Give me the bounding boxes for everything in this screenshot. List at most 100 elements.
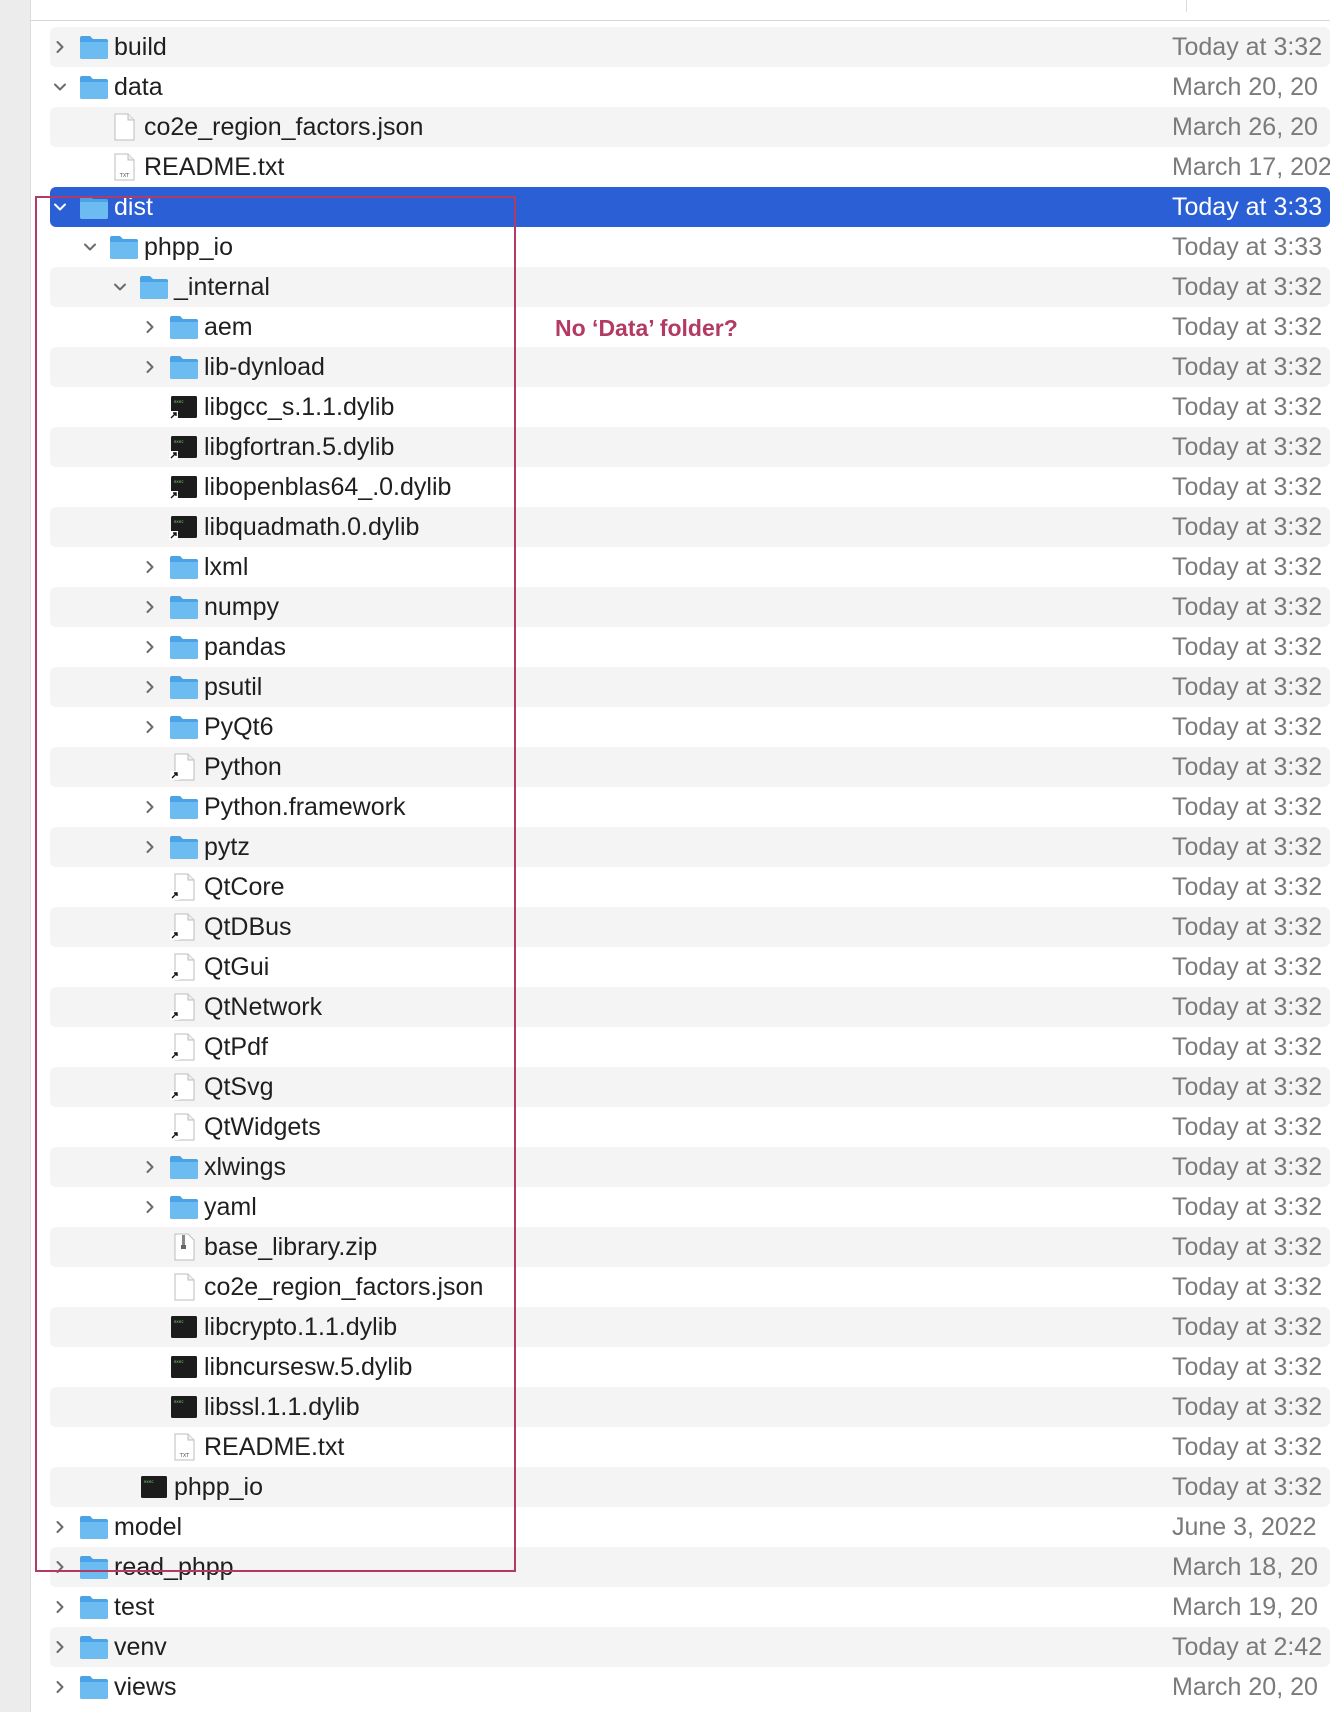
list-item[interactable]: exec libgfortran.5.dylib Today at 3:32 [50, 427, 1330, 467]
svg-text:exec: exec [174, 519, 184, 524]
svg-text:exec: exec [144, 1479, 154, 1484]
chevron-down-icon[interactable] [110, 277, 130, 297]
list-item[interactable]: QtSvg Today at 3:32 [50, 1067, 1330, 1107]
list-item[interactable]: TXT README.txt March 17, 202 [50, 147, 1330, 187]
list-item[interactable]: exec libncursesw.5.dylib Today at 3:32 [50, 1347, 1330, 1387]
alias-file-icon [168, 913, 200, 941]
chevron-down-icon[interactable] [50, 197, 70, 217]
list-item[interactable]: exec libcrypto.1.1.dylib Today at 3:32 [50, 1307, 1330, 1347]
item-name: libquadmath.0.dylib [204, 513, 420, 541]
list-item[interactable]: _internal Today at 3:32 [50, 267, 1330, 307]
list-item[interactable]: test March 19, 20 [50, 1587, 1330, 1627]
list-item[interactable]: exec libopenblas64_.0.dylib Today at 3:32 [50, 467, 1330, 507]
chevron-right-icon[interactable] [140, 837, 160, 857]
item-name: QtNetwork [204, 993, 323, 1021]
date-modified: Today at 3:32 [1172, 1433, 1323, 1461]
list-item[interactable]: exec libgcc_s.1.1.dylib Today at 3:32 [50, 387, 1330, 427]
list-item[interactable]: lib-dynload Today at 3:32 [50, 347, 1330, 387]
list-item[interactable]: lxml Today at 3:32 [50, 547, 1330, 587]
exec-icon: exec [168, 1353, 200, 1381]
alias-file-icon [168, 1033, 200, 1061]
date-modified: Today at 3:32 [1172, 1393, 1323, 1421]
item-name: read_phpp [114, 1553, 234, 1581]
list-item[interactable]: QtCore Today at 3:32 [50, 867, 1330, 907]
list-item[interactable]: pytz Today at 3:32 [50, 827, 1330, 867]
item-name: pytz [204, 833, 250, 861]
folder-icon [168, 633, 200, 661]
chevron-right-icon[interactable] [140, 717, 160, 737]
item-name: base_library.zip [204, 1233, 378, 1261]
list-item[interactable]: PyQt6 Today at 3:32 [50, 707, 1330, 747]
zip-file-icon [168, 1233, 200, 1261]
date-modified: June 3, 2022 [1172, 1513, 1317, 1541]
item-name: aem [204, 313, 253, 341]
item-name: lxml [204, 553, 249, 581]
chevron-right-icon[interactable] [50, 1677, 70, 1697]
chevron-down-icon[interactable] [50, 77, 70, 97]
list-item[interactable]: QtPdf Today at 3:32 [50, 1027, 1330, 1067]
list-item[interactable]: read_phpp March 18, 20 [50, 1547, 1330, 1587]
list-item[interactable]: views March 20, 20 [50, 1667, 1330, 1707]
folder-icon [78, 1513, 110, 1541]
chevron-right-icon[interactable] [140, 677, 160, 697]
column-header [31, 0, 1330, 21]
chevron-right-icon[interactable] [50, 1597, 70, 1617]
date-modified: Today at 2:42 [1172, 1633, 1323, 1661]
date-modified: Today at 3:32 [1172, 33, 1323, 61]
item-name: co2e_region_factors.json [144, 113, 424, 141]
list-item[interactable]: psutil Today at 3:32 [50, 667, 1330, 707]
item-name: xlwings [204, 1153, 286, 1181]
chevron-right-icon[interactable] [140, 557, 160, 577]
item-name: README.txt [204, 1433, 345, 1461]
folder-icon [168, 673, 200, 701]
chevron-right-icon[interactable] [140, 1197, 160, 1217]
list-item[interactable]: Python Today at 3:32 [50, 747, 1330, 787]
list-item[interactable]: QtWidgets Today at 3:32 [50, 1107, 1330, 1147]
list-item[interactable]: data March 20, 20 [50, 67, 1330, 107]
list-item[interactable]: QtGui Today at 3:32 [50, 947, 1330, 987]
list-item[interactable]: QtNetwork Today at 3:32 [50, 987, 1330, 1027]
chevron-right-icon[interactable] [140, 357, 160, 377]
chevron-right-icon[interactable] [50, 1557, 70, 1577]
list-item[interactable]: exec phpp_io Today at 3:32 [50, 1467, 1330, 1507]
chevron-right-icon[interactable] [140, 1157, 160, 1177]
date-modified: Today at 3:33 [1172, 193, 1323, 221]
list-item[interactable]: exec libssl.1.1.dylib Today at 3:32 [50, 1387, 1330, 1427]
svg-text:exec: exec [174, 1319, 184, 1324]
folder-icon [168, 593, 200, 621]
list-item[interactable]: Python.framework Today at 3:32 [50, 787, 1330, 827]
list-item[interactable]: model June 3, 2022 [50, 1507, 1330, 1547]
list-item[interactable]: QtDBus Today at 3:32 [50, 907, 1330, 947]
list-item[interactable]: exec libquadmath.0.dylib Today at 3:32 [50, 507, 1330, 547]
date-modified: March 19, 20 [1172, 1593, 1318, 1621]
list-item[interactable]: phpp_io Today at 3:33 [50, 227, 1330, 267]
folder-icon [108, 233, 140, 261]
list-item[interactable]: dist Today at 3:33 [50, 187, 1330, 227]
list-item[interactable]: xlwings Today at 3:32 [50, 1147, 1330, 1187]
folder-icon [168, 353, 200, 381]
date-modified: Today at 3:32 [1172, 713, 1323, 741]
chevron-right-icon[interactable] [140, 797, 160, 817]
chevron-down-icon[interactable] [80, 237, 100, 257]
list-item[interactable]: yaml Today at 3:32 [50, 1187, 1330, 1227]
chevron-right-icon[interactable] [50, 1637, 70, 1657]
list-item[interactable]: base_library.zip Today at 3:32 [50, 1227, 1330, 1267]
list-item[interactable]: pandas Today at 3:32 [50, 627, 1330, 667]
date-modified: March 20, 20 [1172, 73, 1318, 101]
list-item[interactable]: co2e_region_factors.json Today at 3:32 [50, 1267, 1330, 1307]
chevron-right-icon[interactable] [140, 637, 160, 657]
list-item[interactable]: numpy Today at 3:32 [50, 587, 1330, 627]
column-separator[interactable] [1186, 0, 1187, 12]
chevron-right-icon[interactable] [50, 1517, 70, 1537]
chevron-right-icon[interactable] [140, 597, 160, 617]
list-item[interactable]: venv Today at 2:42 [50, 1627, 1330, 1667]
date-modified: March 17, 202 [1172, 153, 1330, 181]
list-item[interactable]: TXT README.txt Today at 3:32 [50, 1427, 1330, 1467]
chevron-right-icon[interactable] [50, 37, 70, 57]
date-modified: Today at 3:32 [1172, 393, 1323, 421]
folder-icon [138, 273, 170, 301]
list-item[interactable]: co2e_region_factors.json March 26, 20 [50, 107, 1330, 147]
list-item[interactable]: build Today at 3:32 [50, 27, 1330, 67]
chevron-right-icon[interactable] [140, 317, 160, 337]
folder-icon [78, 1593, 110, 1621]
